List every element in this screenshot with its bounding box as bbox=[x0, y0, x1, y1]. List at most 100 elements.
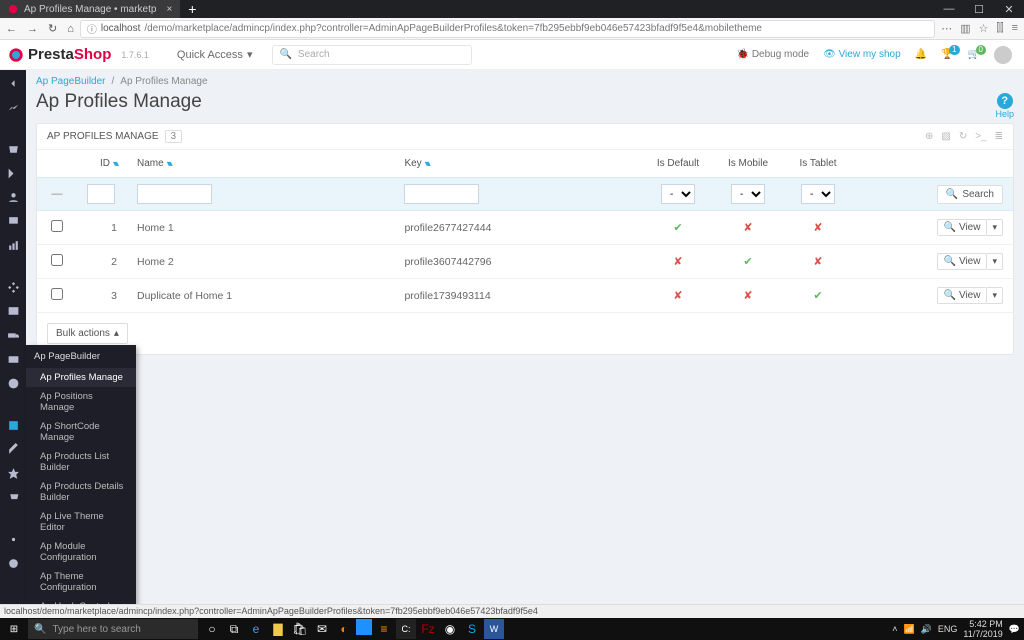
brush-icon[interactable] bbox=[6, 442, 20, 456]
tray-up-icon[interactable]: ˄ bbox=[892, 624, 897, 634]
star-icon-side[interactable] bbox=[6, 466, 20, 480]
filter-id[interactable] bbox=[87, 184, 115, 204]
cortana-icon[interactable]: ○ bbox=[202, 619, 222, 639]
row-tablet[interactable]: ✔ bbox=[783, 279, 853, 313]
dashboard-icon[interactable] bbox=[6, 100, 20, 114]
international-icon[interactable] bbox=[6, 376, 20, 390]
cart-side-icon[interactable] bbox=[6, 490, 20, 504]
nav-forward-icon[interactable]: → bbox=[27, 23, 38, 35]
advanced-icon[interactable] bbox=[6, 556, 20, 570]
view-dropdown[interactable]: ▾ bbox=[987, 219, 1003, 236]
customers-icon[interactable] bbox=[6, 190, 20, 204]
sql-icon[interactable]: >_ bbox=[975, 131, 986, 142]
new-tab-button[interactable]: + bbox=[188, 1, 196, 17]
nav-home-icon[interactable]: ⌂ bbox=[67, 23, 74, 35]
flyout-item-positions[interactable]: Ap Positions Manage bbox=[26, 387, 136, 417]
mail-icon[interactable]: ✉ bbox=[312, 619, 332, 639]
row-default[interactable]: ✘ bbox=[643, 279, 713, 313]
list-icon[interactable]: ≣ bbox=[995, 131, 1003, 142]
filter-key[interactable] bbox=[404, 184, 479, 204]
row-tablet[interactable]: ✘ bbox=[783, 245, 853, 279]
filter-default[interactable]: - bbox=[661, 184, 695, 204]
stats-icon[interactable] bbox=[6, 238, 20, 252]
flyout-item-theme-config[interactable]: Ap Theme Configuration bbox=[26, 567, 136, 597]
refresh-icon[interactable]: ↻ bbox=[959, 131, 967, 142]
row-default[interactable]: ✘ bbox=[643, 245, 713, 279]
filezilla-icon[interactable]: Fz bbox=[418, 619, 438, 639]
library-icon[interactable]: ⫿⫿ bbox=[997, 22, 1004, 35]
wifi-icon[interactable]: 📶 bbox=[903, 624, 914, 635]
filter-mobile[interactable]: - bbox=[731, 184, 765, 204]
clock[interactable]: 5:42 PM 11/7/2019 bbox=[963, 619, 1002, 639]
taskbar-search[interactable]: 🔍 Type here to search bbox=[28, 619, 198, 639]
add-icon[interactable]: ⊕ bbox=[925, 131, 933, 142]
table-row[interactable]: 2Home 2profile3607442796✘✔✘🔍 View▾ bbox=[37, 245, 1013, 279]
gear-icon[interactable] bbox=[6, 532, 20, 546]
shipping-icon[interactable] bbox=[6, 328, 20, 342]
col-id[interactable]: ID bbox=[100, 158, 110, 169]
table-row[interactable]: 1Home 1profile2677427444✔✘✘🔍 View▾ bbox=[37, 211, 1013, 245]
flyout-item-shortcode[interactable]: Ap ShortCode Manage bbox=[26, 417, 136, 447]
shield-icon[interactable]: ▥ bbox=[960, 22, 970, 35]
cart-icon[interactable]: 🛒0 bbox=[968, 49, 980, 60]
row-mobile[interactable]: ✔ bbox=[713, 245, 783, 279]
search-button[interactable]: 🔍 Search bbox=[937, 185, 1003, 204]
skype-icon[interactable]: S bbox=[462, 619, 482, 639]
notifications-icon[interactable]: 💬 bbox=[1009, 624, 1020, 635]
nav-back-icon[interactable]: ← bbox=[6, 23, 17, 35]
catalog-icon[interactable] bbox=[6, 166, 20, 180]
flyout-item-products-details[interactable]: Ap Products Details Builder bbox=[26, 477, 136, 507]
view-button[interactable]: 🔍 View bbox=[937, 219, 988, 236]
view-button[interactable]: 🔍 View bbox=[937, 253, 988, 270]
view-dropdown[interactable]: ▾ bbox=[987, 253, 1003, 270]
view-dropdown[interactable]: ▾ bbox=[987, 287, 1003, 304]
customer-service-icon[interactable] bbox=[6, 214, 20, 228]
cmd-icon[interactable]: C: bbox=[396, 619, 416, 639]
row-checkbox[interactable] bbox=[51, 220, 63, 232]
flyout-title[interactable]: Ap PageBuilder bbox=[26, 345, 136, 368]
edge-icon[interactable]: e bbox=[246, 619, 266, 639]
store-icon[interactable]: 🛍 bbox=[290, 619, 310, 639]
design-icon[interactable] bbox=[6, 304, 20, 318]
word-icon[interactable]: W bbox=[484, 619, 504, 639]
browser-tab[interactable]: Ap Profiles Manage • marketp × bbox=[0, 0, 180, 18]
window-minimize[interactable]: — bbox=[934, 3, 964, 16]
row-tablet[interactable]: ✘ bbox=[783, 211, 853, 245]
flyout-item-profiles[interactable]: Ap Profiles Manage bbox=[26, 368, 136, 387]
orders-icon[interactable] bbox=[6, 142, 20, 156]
menu-icon[interactable]: ≡ bbox=[1012, 22, 1018, 35]
flyout-item-products-list[interactable]: Ap Products List Builder bbox=[26, 447, 136, 477]
crumb-parent[interactable]: Ap PageBuilder bbox=[36, 76, 106, 87]
header-search[interactable]: 🔍 Search bbox=[272, 45, 472, 65]
ap-pagebuilder-icon[interactable] bbox=[6, 418, 20, 432]
firefox-icon[interactable]: ◐ bbox=[334, 619, 354, 639]
quick-access[interactable]: Quick Access▾ bbox=[177, 48, 253, 61]
star-icon[interactable]: ☆ bbox=[979, 22, 989, 35]
filter-name[interactable] bbox=[137, 184, 212, 204]
row-mobile[interactable]: ✘ bbox=[713, 279, 783, 313]
bulk-actions[interactable]: Bulk actions ▴ bbox=[47, 323, 128, 344]
debug-mode[interactable]: 🐞 Debug mode bbox=[737, 49, 810, 60]
row-checkbox[interactable] bbox=[51, 288, 63, 300]
trophy-icon[interactable]: 🏆1 bbox=[941, 49, 953, 60]
chrome-icon[interactable]: ◉ bbox=[440, 619, 460, 639]
col-name[interactable]: Name bbox=[137, 158, 164, 169]
help-button[interactable]: ? Help bbox=[995, 93, 1014, 119]
collapse-icon[interactable] bbox=[6, 76, 20, 90]
flyout-item-live-theme[interactable]: Ap Live Theme Editor bbox=[26, 507, 136, 537]
taskview-icon[interactable]: ⧉ bbox=[224, 619, 244, 639]
view-shop[interactable]: 👁 View my shop bbox=[823, 49, 901, 60]
row-checkbox[interactable] bbox=[51, 254, 63, 266]
close-tab-icon[interactable]: × bbox=[166, 4, 172, 15]
filter-tablet[interactable]: - bbox=[801, 184, 835, 204]
flyout-item-module-config[interactable]: Ap Module Configuration bbox=[26, 537, 136, 567]
reader-icon[interactable]: ⋯ bbox=[941, 22, 952, 35]
window-maximize[interactable]: ☐ bbox=[964, 3, 994, 16]
logo[interactable]: PrestaShop bbox=[8, 46, 111, 63]
payment-icon[interactable] bbox=[6, 352, 20, 366]
window-close[interactable]: ✕ bbox=[994, 3, 1024, 16]
bell-icon[interactable]: 🔔 bbox=[915, 49, 927, 60]
lang-indicator[interactable]: ENG bbox=[938, 624, 958, 634]
export-icon[interactable]: ▧ bbox=[941, 131, 950, 142]
nav-reload-icon[interactable]: ↻ bbox=[48, 22, 57, 35]
